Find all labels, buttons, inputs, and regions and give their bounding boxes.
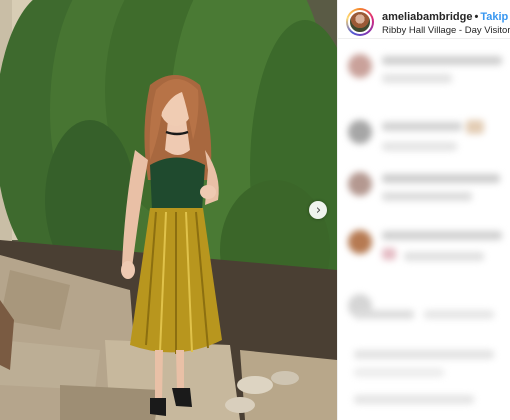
chevron-right-icon: › <box>315 202 322 218</box>
list-item <box>344 385 504 420</box>
avatar[interactable] <box>346 8 374 36</box>
list-item <box>344 340 504 384</box>
avatar-image <box>348 10 372 34</box>
follow-button[interactable]: Takip Et <box>480 11 510 23</box>
username-line: ameliabambridge•Takip Et <box>382 11 510 23</box>
list-item <box>344 116 504 160</box>
comments-list <box>338 40 510 420</box>
separator-dot: • <box>474 11 479 23</box>
photo-image <box>0 0 337 420</box>
post-header: ameliabambridge•Takip Et Ribby Hall Vill… <box>338 0 510 39</box>
list-item <box>344 290 504 334</box>
list-item <box>344 226 504 270</box>
list-item <box>344 50 504 94</box>
location-link[interactable]: Ribby Hall Village - Day Visitors <box>382 25 510 36</box>
carousel-next-button[interactable]: › <box>309 201 327 219</box>
list-item <box>344 168 504 212</box>
username-link[interactable]: ameliabambridge <box>382 11 472 23</box>
post-photo: › <box>0 0 337 420</box>
post-side-panel: ameliabambridge•Takip Et Ribby Hall Vill… <box>337 0 510 420</box>
